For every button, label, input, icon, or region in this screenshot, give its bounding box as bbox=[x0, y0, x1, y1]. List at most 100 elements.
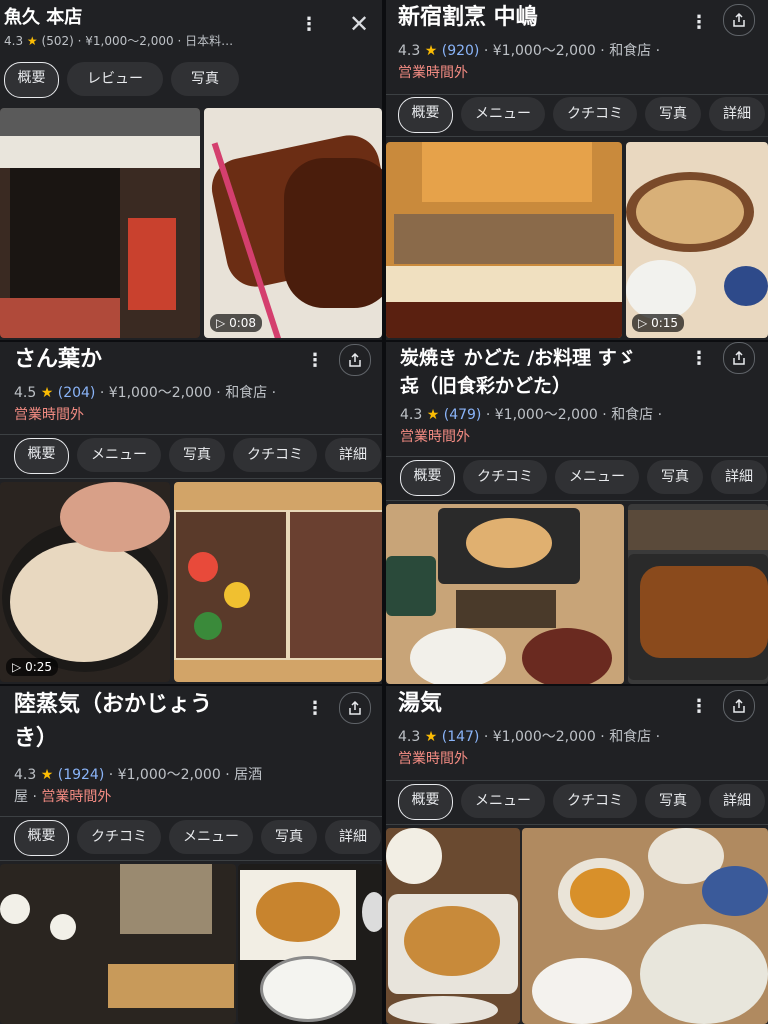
chip-overview[interactable]: 概要 bbox=[398, 97, 453, 133]
rating-value: 4.3 bbox=[14, 767, 37, 783]
chip-reviews[interactable]: レビュー bbox=[67, 62, 163, 96]
more-options-icon[interactable]: ⋮ bbox=[690, 12, 708, 33]
separator: · bbox=[77, 34, 82, 48]
chip-menu[interactable]: メニュー bbox=[169, 820, 253, 854]
open-status: 営業時間外 bbox=[400, 429, 470, 445]
chip-photos[interactable]: 写真 bbox=[645, 97, 701, 131]
play-icon: ▷ bbox=[12, 660, 22, 674]
chip-photos[interactable]: 写真 bbox=[169, 438, 225, 472]
category: 日本料… bbox=[185, 34, 234, 48]
video-thumbnail[interactable]: ▷ 0:15 bbox=[626, 142, 768, 338]
rating-value: 4.3 bbox=[398, 43, 421, 59]
chip-reviews[interactable]: クチコミ bbox=[77, 820, 161, 854]
more-options-icon[interactable]: ⋮ bbox=[306, 350, 324, 371]
place-name[interactable]: 魚久 本店 bbox=[4, 6, 82, 29]
more-options-icon[interactable]: ⋮ bbox=[690, 696, 708, 717]
play-icon: ▷ bbox=[638, 316, 648, 330]
chip-photos[interactable]: 写真 bbox=[261, 820, 317, 854]
more-options-icon[interactable]: ⋮ bbox=[690, 348, 708, 369]
place-card-okajouki[interactable]: 陸蒸気（おかじょう き） 4.3 ★ (1924) · ¥1,000～2,000… bbox=[0, 686, 382, 1024]
place-card-yuge[interactable]: 湯気 4.3 ★ (147) · ¥1,000～2,000 · 和食店 · 営業… bbox=[386, 686, 768, 1024]
more-options-icon[interactable]: ⋮ bbox=[306, 698, 324, 719]
chip-overview[interactable]: 概要 bbox=[398, 784, 453, 820]
separator: · bbox=[600, 729, 605, 745]
review-count[interactable]: (1924) bbox=[58, 767, 105, 783]
video-thumbnail[interactable]: ▷ 0:08 bbox=[204, 108, 382, 338]
chip-menu[interactable]: メニュー bbox=[461, 784, 545, 818]
video-thumbnail[interactable]: ▷ 0:25 bbox=[0, 482, 170, 682]
chip-photos[interactable]: 写真 bbox=[647, 460, 703, 494]
share-button[interactable] bbox=[723, 4, 755, 36]
storefront-photo[interactable] bbox=[0, 108, 200, 338]
chip-overview[interactable]: 概要 bbox=[14, 438, 69, 474]
chip-reviews[interactable]: クチコミ bbox=[463, 460, 547, 494]
separator: · bbox=[271, 385, 277, 401]
fish-dish-photo[interactable] bbox=[238, 864, 382, 1024]
restaurant-interior-photo[interactable] bbox=[0, 864, 236, 1024]
review-count[interactable]: (147) bbox=[442, 729, 480, 745]
chip-reviews[interactable]: クチコミ bbox=[233, 438, 317, 472]
place-card-nakajima[interactable]: 新宿割烹 中嶋 4.3 ★ (920) · ¥1,000～2,000 · 和食店… bbox=[386, 0, 768, 340]
share-button[interactable] bbox=[723, 690, 755, 722]
place-meta: 4.3 ★ (1924) · ¥1,000～2,000 · 居酒 bbox=[14, 764, 262, 786]
chip-row: 概要 レビュー 写真 bbox=[4, 62, 382, 98]
chip-details[interactable]: 詳細 bbox=[325, 438, 381, 472]
share-icon bbox=[733, 699, 745, 713]
duration-text: 0:25 bbox=[25, 660, 53, 674]
review-count[interactable]: (204) bbox=[58, 385, 96, 401]
place-meta-cont: 屋 · 営業時間外 bbox=[14, 786, 111, 808]
chip-photos[interactable]: 写真 bbox=[645, 784, 701, 818]
chip-overview[interactable]: 概要 bbox=[400, 460, 455, 496]
star-icon: ★ bbox=[424, 729, 438, 745]
grilled-fish-photo[interactable] bbox=[628, 504, 768, 684]
place-name[interactable]: さん葉か bbox=[14, 346, 102, 375]
chip-menu[interactable]: メニュー bbox=[461, 97, 545, 131]
side-dishes-photo[interactable] bbox=[522, 828, 768, 1024]
chip-reviews[interactable]: クチコミ bbox=[553, 784, 637, 818]
separator: · bbox=[657, 407, 663, 423]
close-icon[interactable]: ✕ bbox=[349, 10, 369, 38]
review-count: (502) bbox=[41, 34, 74, 48]
chip-overview[interactable]: 概要 bbox=[14, 820, 69, 856]
place-meta: 4.5 ★ (204) · ¥1,000～2,000 · 和食店 · bbox=[14, 382, 276, 404]
separator: · bbox=[225, 767, 230, 783]
separator: · bbox=[655, 43, 661, 59]
place-card-uokyu[interactable]: 魚久 本店 4.3 ★ (502) · ¥1,000～2,000 · 日本料… … bbox=[0, 0, 382, 340]
review-count[interactable]: (479) bbox=[444, 407, 482, 423]
price-range: ¥1,000～2,000 bbox=[492, 729, 596, 745]
place-name[interactable]: 炭焼き かどた /お料理 すゞ 㐂（旧食彩かどた） bbox=[400, 344, 700, 400]
share-button[interactable] bbox=[339, 344, 371, 376]
chip-details[interactable]: 詳細 bbox=[711, 460, 767, 494]
category: 和食店 bbox=[611, 407, 654, 423]
review-count[interactable]: (920) bbox=[442, 43, 480, 59]
video-duration: ▷ 0:08 bbox=[210, 314, 263, 332]
category: 和食店 bbox=[609, 729, 652, 745]
place-name[interactable]: 陸蒸気（おかじょう き） bbox=[14, 688, 294, 756]
set-meal-photo[interactable] bbox=[386, 504, 624, 684]
chip-menu[interactable]: メニュー bbox=[77, 438, 161, 472]
place-card-sanyoka[interactable]: さん葉か 4.5 ★ (204) · ¥1,000～2,000 · 和食店 · … bbox=[0, 342, 382, 684]
set-meal-photo[interactable] bbox=[386, 828, 520, 1024]
chip-photos[interactable]: 写真 bbox=[171, 62, 239, 96]
chip-overview[interactable]: 概要 bbox=[4, 62, 59, 98]
interior-photo[interactable] bbox=[386, 142, 622, 338]
chip-details[interactable]: 詳細 bbox=[709, 97, 765, 131]
bento-photo[interactable] bbox=[174, 482, 382, 682]
separator: · bbox=[602, 407, 607, 423]
category-cont: 屋 bbox=[14, 789, 28, 805]
share-icon bbox=[349, 353, 361, 367]
more-options-icon[interactable]: ⋮ bbox=[300, 14, 318, 35]
play-icon: ▷ bbox=[216, 316, 226, 330]
chip-reviews[interactable]: クチコミ bbox=[553, 97, 637, 131]
place-name[interactable]: 新宿割烹 中嶋 bbox=[398, 4, 538, 33]
chip-details[interactable]: 詳細 bbox=[325, 820, 381, 854]
place-name[interactable]: 湯気 bbox=[398, 690, 442, 719]
place-card-kadota[interactable]: 炭焼き かどた /お料理 すゞ 㐂（旧食彩かどた） 4.3 ★ (479) · … bbox=[386, 342, 768, 684]
price-range: ¥1,000～2,000 bbox=[108, 385, 212, 401]
separator: · bbox=[655, 729, 661, 745]
chip-menu[interactable]: メニュー bbox=[555, 460, 639, 494]
share-button[interactable] bbox=[723, 342, 755, 374]
separator: · bbox=[177, 34, 182, 48]
share-button[interactable] bbox=[339, 692, 371, 724]
chip-details[interactable]: 詳細 bbox=[709, 784, 765, 818]
